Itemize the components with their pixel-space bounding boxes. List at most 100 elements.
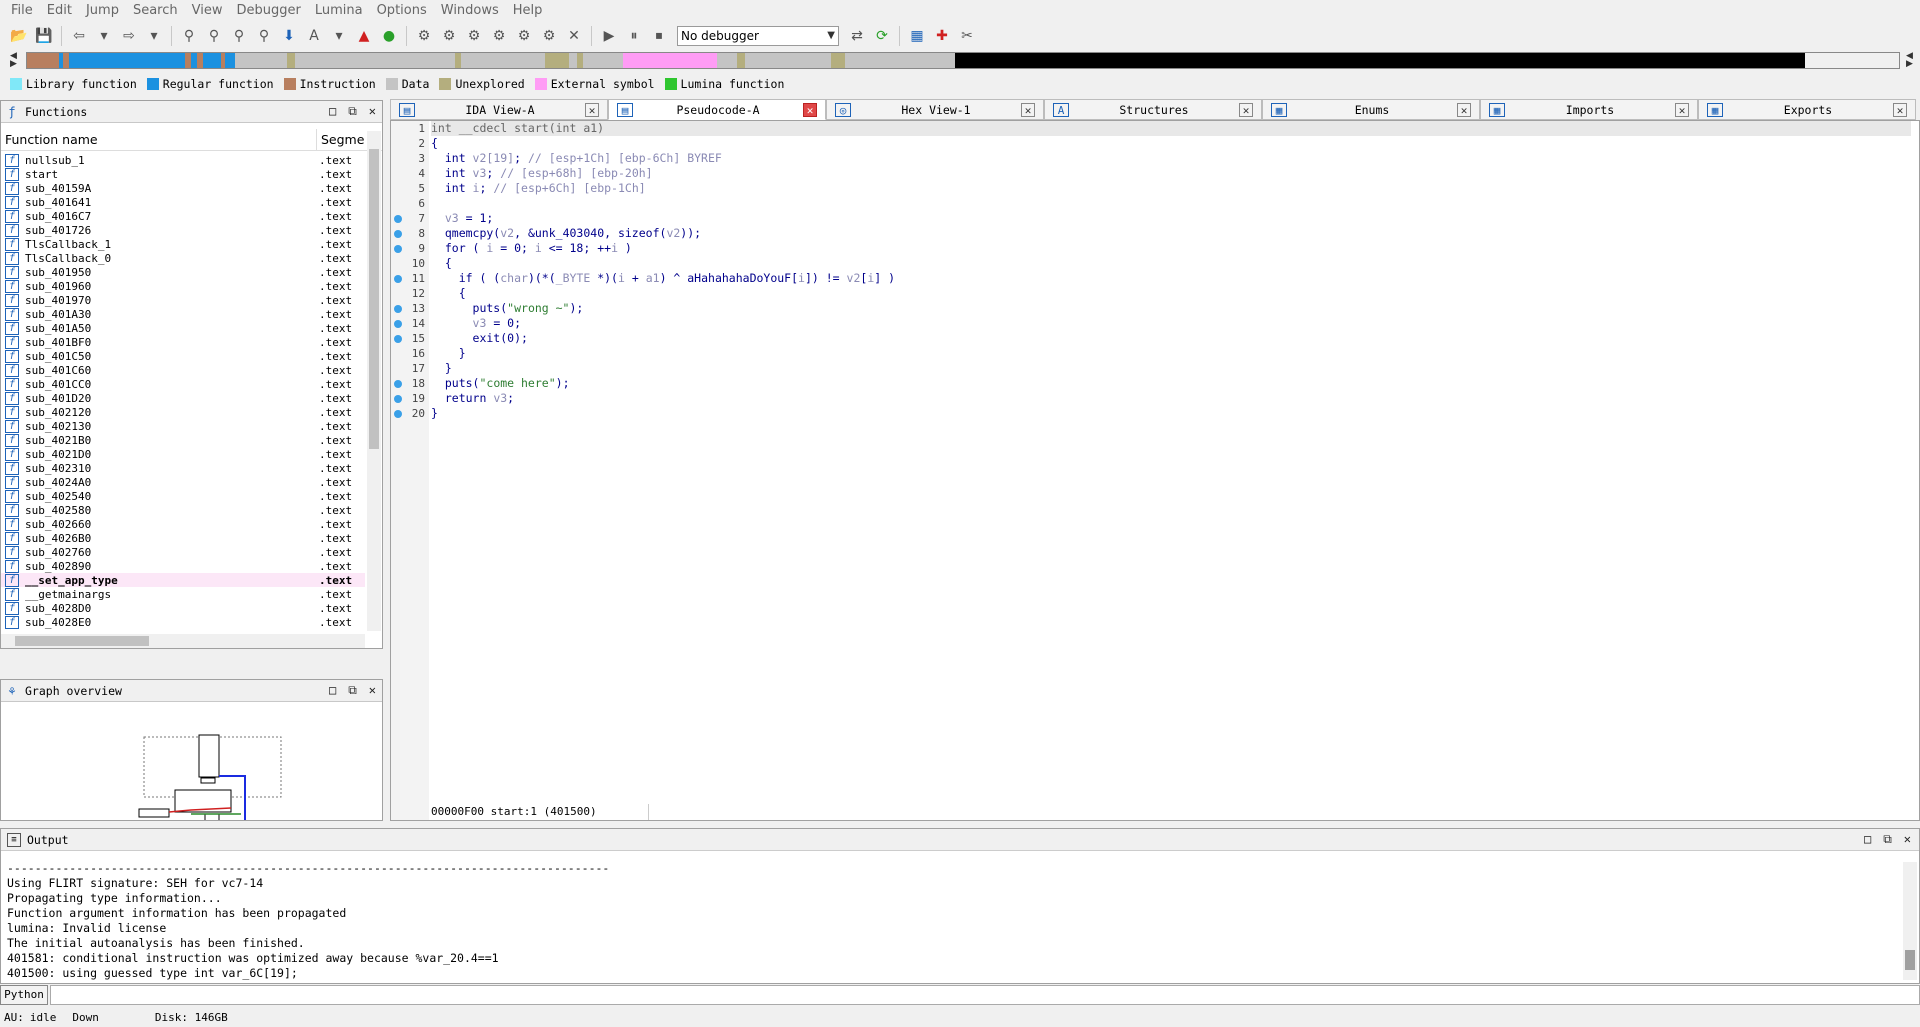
- code-line[interactable]: }: [431, 346, 1911, 361]
- code-text[interactable]: int __cdecl start(int a1) { int v2[19]; /…: [431, 121, 1911, 421]
- menu-item[interactable]: Lumina: [308, 0, 370, 22]
- function-row[interactable]: f sub_401C50 .text: [1, 349, 365, 363]
- function-row[interactable]: f sub_4028E0 .text: [1, 615, 365, 629]
- function-row[interactable]: f TlsCallback_1 .text: [1, 237, 365, 251]
- close-icon[interactable]: ✕: [1239, 102, 1253, 117]
- code-line[interactable]: }: [431, 406, 1911, 421]
- code-line[interactable]: int __cdecl start(int a1): [431, 121, 1911, 136]
- tool-icon[interactable]: ⚙: [438, 25, 460, 47]
- nav-left-arrow-icon[interactable]: ◀ ▶: [10, 52, 17, 69]
- close-icon[interactable]: ✕: [585, 102, 599, 117]
- function-row[interactable]: f start .text: [1, 167, 365, 181]
- function-row[interactable]: f sub_402580 .text: [1, 503, 365, 517]
- function-row[interactable]: f TlsCallback_0 .text: [1, 251, 365, 265]
- function-row[interactable]: f sub_402130 .text: [1, 419, 365, 433]
- save-icon[interactable]: 💾: [33, 25, 55, 47]
- binoculars-text-icon[interactable]: ⚲: [203, 25, 225, 47]
- menu-item[interactable]: Search: [126, 0, 185, 22]
- horizontal-scrollbar[interactable]: [1, 634, 365, 648]
- function-row[interactable]: f sub_401CC0 .text: [1, 377, 365, 391]
- function-row[interactable]: f nullsub_1 .text: [1, 153, 365, 167]
- menu-item[interactable]: Jump: [79, 0, 126, 22]
- function-row[interactable]: f sub_401C60 .text: [1, 363, 365, 377]
- function-row[interactable]: f sub_402760 .text: [1, 545, 365, 559]
- code-line[interactable]: qmemcpy(v2, &unk_403040, sizeof(v2));: [431, 226, 1911, 241]
- vertical-scrollbar[interactable]: [367, 131, 381, 631]
- back-arrow-icon[interactable]: ⇦: [68, 25, 90, 47]
- function-row[interactable]: f sub_402660 .text: [1, 517, 365, 531]
- breakpoint-icon[interactable]: ✚: [931, 25, 953, 47]
- play-icon[interactable]: ▶: [598, 25, 620, 47]
- code-line[interactable]: return v3;: [431, 391, 1911, 406]
- function-row[interactable]: f sub_4021D0 .text: [1, 447, 365, 461]
- python-button[interactable]: Python: [0, 985, 48, 1005]
- float-icon[interactable]: ⧉: [348, 104, 357, 119]
- scrollbar-thumb[interactable]: [1905, 950, 1915, 970]
- close-icon[interactable]: ✕: [369, 683, 376, 698]
- code-line[interactable]: int v3; // [esp+68h] [ebp-20h]: [431, 166, 1911, 181]
- pause-icon[interactable]: ⏸: [623, 25, 645, 47]
- function-row[interactable]: f sub_401BF0 .text: [1, 335, 365, 349]
- function-row[interactable]: f __getmainargs .text: [1, 587, 365, 601]
- tab-imports[interactable]: ▦ Imports ✕: [1480, 99, 1698, 120]
- attach-icon[interactable]: ⇄: [846, 25, 868, 47]
- maximize-icon[interactable]: □: [329, 104, 336, 119]
- code-line[interactable]: int v2[19]; // [esp+1Ch] [ebp-6Ch] BYREF: [431, 151, 1911, 166]
- graph-overview-canvas[interactable]: [1, 702, 382, 829]
- float-icon[interactable]: ⧉: [1883, 832, 1892, 847]
- open-file-icon[interactable]: 📂: [8, 25, 30, 47]
- python-input[interactable]: [50, 985, 1920, 1005]
- tool-icon[interactable]: ▦: [906, 25, 928, 47]
- function-row[interactable]: f sub_401950 .text: [1, 265, 365, 279]
- code-line[interactable]: exit(0);: [431, 331, 1911, 346]
- tab-hex-view-1[interactable]: ◎ Hex View-1 ✕: [826, 99, 1044, 120]
- chevron-down-icon[interactable]: ▾: [93, 25, 115, 47]
- close-icon[interactable]: ✕: [1904, 832, 1911, 847]
- jump-down-icon[interactable]: ⬇: [278, 25, 300, 47]
- function-row[interactable]: f sub_401A50 .text: [1, 321, 365, 335]
- stop-icon[interactable]: ⏹: [648, 25, 670, 47]
- code-line[interactable]: v3 = 0;: [431, 316, 1911, 331]
- close-icon[interactable]: ✕: [803, 102, 817, 117]
- function-row[interactable]: f sub_401A30 .text: [1, 307, 365, 321]
- function-row[interactable]: f sub_40159A .text: [1, 181, 365, 195]
- green-circle-icon[interactable]: ●: [378, 25, 400, 47]
- vertical-scrollbar[interactable]: [1903, 862, 1917, 980]
- menu-item[interactable]: File: [4, 0, 40, 22]
- close-icon[interactable]: ✕: [1675, 102, 1689, 117]
- scissors-icon[interactable]: ✂: [956, 25, 978, 47]
- function-row[interactable]: f sub_4026B0 .text: [1, 531, 365, 545]
- menu-item[interactable]: Options: [370, 0, 434, 22]
- binoculars-next-icon[interactable]: ⚲: [253, 25, 275, 47]
- close-icon[interactable]: ✕: [369, 104, 376, 119]
- function-row[interactable]: f sub_402540 .text: [1, 489, 365, 503]
- menu-item[interactable]: Edit: [40, 0, 79, 22]
- tool-icon[interactable]: ⚙: [413, 25, 435, 47]
- menu-item[interactable]: View: [185, 0, 230, 22]
- navigation-band[interactable]: [26, 52, 1900, 69]
- function-row[interactable]: f __set_app_type .text: [1, 573, 365, 587]
- tab-enums[interactable]: ▦ Enums ✕: [1262, 99, 1480, 120]
- close-icon[interactable]: ✕: [1457, 102, 1471, 117]
- maximize-icon[interactable]: □: [1864, 832, 1871, 847]
- close-icon[interactable]: ✕: [563, 25, 585, 47]
- column-function-name[interactable]: Function name: [1, 129, 317, 150]
- tool-icon[interactable]: ⚙: [463, 25, 485, 47]
- close-icon[interactable]: ✕: [1893, 102, 1907, 117]
- code-line[interactable]: for ( i = 0; i <= 18; ++i ): [431, 241, 1911, 256]
- function-row[interactable]: f sub_401726 .text: [1, 223, 365, 237]
- function-row[interactable]: f sub_401641 .text: [1, 195, 365, 209]
- refresh-icon[interactable]: ⟳: [871, 25, 893, 47]
- close-icon[interactable]: ✕: [1021, 102, 1035, 117]
- function-row[interactable]: f sub_401960 .text: [1, 279, 365, 293]
- tool-icon[interactable]: ⚙: [513, 25, 535, 47]
- code-line[interactable]: {: [431, 286, 1911, 301]
- menu-item[interactable]: Help: [506, 0, 550, 22]
- function-row[interactable]: f sub_4028D0 .text: [1, 601, 365, 615]
- code-line[interactable]: puts("come here");: [431, 376, 1911, 391]
- flag-icon[interactable]: ▲: [353, 25, 375, 47]
- nav-right-arrow-icon[interactable]: ◀ ▶: [1906, 52, 1913, 69]
- function-row[interactable]: f sub_402890 .text: [1, 559, 365, 573]
- chevron-down-icon[interactable]: ▾: [328, 25, 350, 47]
- function-row[interactable]: f sub_401D20 .text: [1, 391, 365, 405]
